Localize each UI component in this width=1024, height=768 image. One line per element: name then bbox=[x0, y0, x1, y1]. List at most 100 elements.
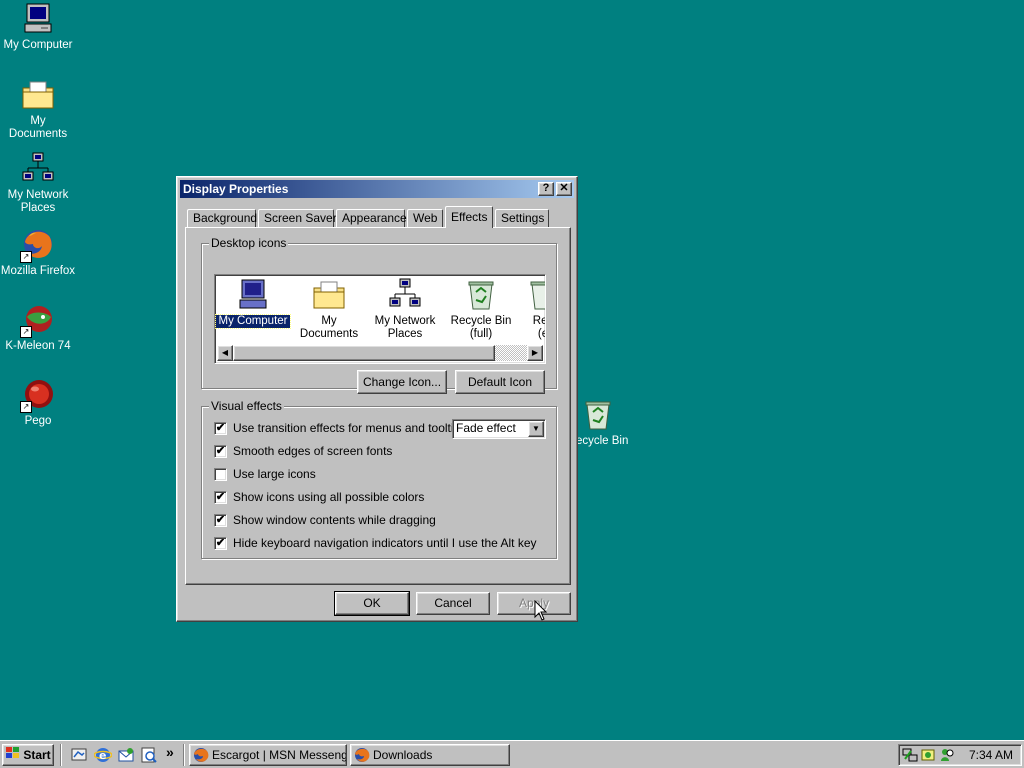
option-label: Use transition effects for menus and too… bbox=[233, 421, 467, 435]
checkbox[interactable]: ✔ bbox=[214, 490, 227, 504]
firefox-icon bbox=[193, 747, 209, 765]
checkbox[interactable] bbox=[214, 467, 227, 481]
messenger-tray-icon[interactable] bbox=[939, 747, 955, 766]
firefox-icon: ↗ bbox=[20, 228, 55, 263]
checkbox[interactable]: ✔ bbox=[214, 444, 227, 458]
outlook-express-icon[interactable] bbox=[117, 746, 135, 764]
default-icon-button[interactable]: Default Icon bbox=[455, 370, 545, 394]
list-item-my-network-places[interactable]: My Network Places bbox=[367, 278, 443, 341]
dialog-title: Display Properties bbox=[183, 182, 289, 196]
desktop-icon-label: Mozilla Firefox bbox=[0, 265, 76, 277]
desktop-icon-pego[interactable]: ↗ Pego bbox=[0, 378, 76, 428]
folder-icon bbox=[21, 78, 55, 112]
scroll-left-button[interactable]: ◀ bbox=[217, 345, 233, 361]
taskbar: Start e » Escargot | MSN Messenge... Dow… bbox=[0, 740, 1024, 768]
option-label: Show window contents while dragging bbox=[233, 513, 436, 527]
mouse-cursor-icon bbox=[534, 599, 548, 622]
list-item-my-documents[interactable]: My Documents bbox=[291, 278, 367, 341]
pego-icon: ↗ bbox=[20, 378, 55, 413]
taskbar-divider bbox=[60, 744, 62, 766]
checkbox[interactable]: ✔ bbox=[214, 421, 227, 435]
option-label: Use large icons bbox=[233, 467, 316, 481]
option-smooth-fonts[interactable]: ✔ Smooth edges of screen fonts bbox=[214, 443, 392, 459]
tab-appearance[interactable]: Appearance bbox=[336, 209, 407, 227]
recycle-bin-icon bbox=[581, 398, 615, 432]
svg-text:e: e bbox=[99, 749, 106, 762]
transition-effect-select[interactable]: Fade effect ▼ bbox=[452, 419, 546, 439]
list-item-label: Rec (e bbox=[532, 315, 545, 340]
start-button[interactable]: Start bbox=[2, 744, 54, 766]
option-label: Show icons using all possible colors bbox=[233, 490, 425, 504]
tab-web[interactable]: Web bbox=[407, 209, 443, 227]
help-icon: ? bbox=[542, 182, 550, 194]
group-title: Visual effects bbox=[209, 399, 284, 413]
task-button-downloads[interactable]: Downloads bbox=[350, 744, 510, 766]
desktop-icon-label: My Network Places bbox=[7, 189, 69, 214]
list-item-my-computer[interactable]: My Computer bbox=[215, 278, 291, 329]
group-title: Desktop icons bbox=[209, 236, 289, 250]
option-label: Smooth edges of screen fonts bbox=[233, 444, 393, 458]
dialog-titlebar[interactable]: Display Properties ? ✕ bbox=[180, 180, 574, 198]
chevron-down-icon[interactable]: ▼ bbox=[528, 421, 544, 437]
visual-effects-group: Visual effects ✔ Use transition effects … bbox=[201, 399, 557, 559]
desktop-icon-my-network-places[interactable]: My Network Places bbox=[0, 152, 76, 215]
select-value: Fade effect bbox=[456, 421, 516, 435]
close-button[interactable]: ✕ bbox=[556, 182, 572, 196]
checkbox[interactable]: ✔ bbox=[214, 513, 227, 527]
change-icon-button[interactable]: Change Icon... bbox=[357, 370, 447, 394]
tab-background[interactable]: Background bbox=[187, 209, 257, 227]
cancel-button[interactable]: Cancel bbox=[416, 592, 490, 615]
folder-icon bbox=[312, 278, 346, 312]
desktop-icons-group: Desktop icons My Computer My Documents M… bbox=[201, 236, 557, 394]
option-large-icons[interactable]: Use large icons bbox=[214, 466, 316, 482]
arrow-left-icon: ◀ bbox=[221, 348, 229, 357]
desktop-icon-my-computer[interactable]: My Computer bbox=[0, 2, 76, 52]
k-meleon-icon: ↗ bbox=[20, 303, 55, 338]
shortcut-arrow-icon: ↗ bbox=[20, 326, 32, 338]
desktop-icons-list[interactable]: My Computer My Documents My Network Plac… bbox=[214, 274, 546, 364]
scroll-thumb[interactable] bbox=[233, 345, 495, 361]
desktop-icon-k-meleon[interactable]: ↗ K-Meleon 74 bbox=[0, 303, 76, 353]
desktop-icon-my-documents[interactable]: My Documents bbox=[0, 78, 76, 141]
ok-button[interactable]: OK bbox=[334, 591, 410, 616]
desktop-icon-label: Pego bbox=[24, 415, 52, 427]
list-item-recycle-bin-empty[interactable]: Rec (e bbox=[505, 278, 545, 341]
checkbox[interactable]: ✔ bbox=[214, 536, 227, 550]
computer-icon bbox=[236, 278, 270, 312]
display-properties-dialog: Display Properties ? ✕ Background Screen… bbox=[176, 176, 578, 622]
desktop-icon-mozilla-firefox[interactable]: ↗ Mozilla Firefox bbox=[0, 228, 76, 278]
tab-settings[interactable]: Settings bbox=[495, 209, 549, 227]
help-button[interactable]: ? bbox=[538, 182, 554, 196]
task-label: Escargot | MSN Messenge... bbox=[212, 748, 346, 762]
computer-icon bbox=[21, 2, 55, 36]
shortcut-arrow-icon: ↗ bbox=[20, 251, 32, 263]
show-desktop-icon[interactable] bbox=[70, 746, 88, 764]
option-window-contents-drag[interactable]: ✔ Show window contents while dragging bbox=[214, 512, 436, 528]
taskbar-divider bbox=[183, 744, 185, 766]
list-item-label: Recycle Bin (full) bbox=[450, 315, 512, 340]
horizontal-scrollbar[interactable]: ◀ ▶ bbox=[217, 345, 543, 361]
option-label: Hide keyboard navigation indicators unti… bbox=[233, 536, 537, 550]
task-button-escargot[interactable]: Escargot | MSN Messenge... bbox=[189, 744, 347, 766]
network-tray-icon[interactable] bbox=[902, 747, 918, 766]
volume-tray-icon[interactable] bbox=[921, 747, 937, 766]
tab-effects[interactable]: Effects bbox=[445, 206, 493, 228]
option-all-colors[interactable]: ✔ Show icons using all possible colors bbox=[214, 489, 424, 505]
quick-launch-overflow-icon[interactable]: » bbox=[166, 744, 174, 760]
network-icon bbox=[388, 278, 422, 312]
desktop-icon-label: K-Meleon 74 bbox=[5, 340, 71, 352]
firefox-icon bbox=[354, 747, 370, 765]
tab-screen-saver[interactable]: Screen Saver bbox=[258, 209, 337, 227]
list-item-label: My Documents bbox=[299, 315, 359, 340]
internet-explorer-icon[interactable]: e bbox=[93, 746, 113, 764]
windows-logo-icon bbox=[5, 746, 21, 766]
clock[interactable]: 7:34 AM bbox=[969, 745, 1013, 765]
option-hide-keyboard-indicators[interactable]: ✔ Hide keyboard navigation indicators un… bbox=[214, 535, 537, 551]
effects-tab-panel: Desktop icons My Computer My Documents M… bbox=[185, 227, 571, 585]
list-item-label: My Network Places bbox=[374, 315, 436, 340]
option-transition-effects[interactable]: ✔ Use transition effects for menus and t… bbox=[214, 420, 466, 436]
arrow-right-icon: ▶ bbox=[531, 348, 539, 357]
close-icon: ✕ bbox=[559, 182, 569, 194]
scroll-right-button[interactable]: ▶ bbox=[527, 345, 543, 361]
channels-icon[interactable] bbox=[140, 746, 158, 764]
